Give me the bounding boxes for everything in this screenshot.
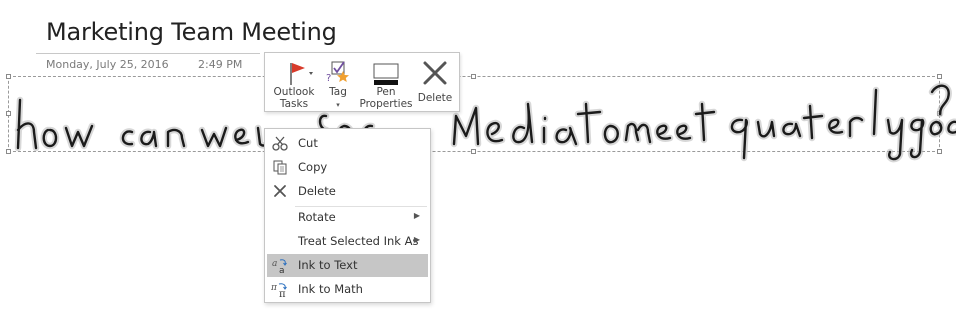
menu-item-delete-label: Delete: [298, 184, 336, 198]
page-title[interactable]: Marketing Team Meeting: [46, 18, 337, 46]
ink-to-math-icon: π π: [270, 281, 289, 300]
menu-item-cut-label: Cut: [298, 136, 318, 150]
context-menu: Cut Copy Delete Rotate ▶ Treat Selected …: [264, 128, 431, 303]
menu-item-cut[interactable]: Cut: [267, 132, 428, 155]
delete-toolbar-label: Delete: [417, 92, 453, 104]
title-underline: [36, 53, 260, 54]
delete-x-icon: [415, 59, 455, 87]
mini-toolbar: Outlook Tasks ? Tag ▾ Pen Properties Del…: [264, 52, 460, 112]
menu-item-treat-label: Treat Selected Ink As: [298, 234, 419, 248]
pen-properties-button[interactable]: Pen Properties: [359, 55, 413, 111]
resize-handle-top-left[interactable]: [6, 74, 11, 79]
menu-item-copy[interactable]: Copy: [267, 156, 428, 179]
tag-dropdown-caret[interactable]: ▾: [336, 101, 340, 109]
menu-item-rotate-label: Rotate: [298, 210, 336, 224]
pen-properties-label-1: Pen: [376, 86, 396, 98]
pen-properties-icon: [359, 59, 413, 87]
menu-item-ink-to-text[interactable]: a a Ink to Text: [267, 254, 428, 277]
menu-item-ink-to-math[interactable]: π π Ink to Math: [267, 278, 428, 301]
svg-text:a: a: [272, 259, 277, 269]
tag-label: Tag: [329, 86, 347, 98]
handwritten-ink[interactable]: [14, 70, 956, 163]
tag-icon: ?: [323, 59, 353, 87]
menu-item-copy-label: Copy: [298, 160, 328, 174]
svg-text:a: a: [279, 266, 285, 274]
outlook-tasks-button[interactable]: Outlook Tasks: [269, 55, 319, 111]
outlook-tasks-label-1: Outlook: [273, 86, 315, 98]
pen-properties-label-2: Properties: [359, 98, 413, 110]
resize-handle-left[interactable]: [6, 111, 11, 116]
menu-item-delete[interactable]: Delete: [267, 180, 428, 203]
submenu-arrow-icon: ▶: [413, 235, 420, 244]
submenu-arrow-icon: ▶: [413, 211, 420, 220]
delete-icon: [271, 183, 289, 200]
outlook-tasks-label-2: Tasks: [279, 98, 309, 110]
menu-item-rotate[interactable]: Rotate ▶: [267, 206, 428, 229]
svg-text:π: π: [279, 289, 286, 298]
flag-icon: [269, 59, 319, 87]
menu-item-treat-selected-ink-as[interactable]: Treat Selected Ink As ▶: [267, 230, 428, 253]
ink-to-text-icon: a a: [271, 257, 289, 276]
svg-text:?: ?: [326, 73, 331, 84]
menu-item-ink-to-math-label: Ink to Math: [298, 282, 363, 296]
svg-text:π: π: [271, 283, 278, 293]
menu-item-ink-to-text-label: Ink to Text: [298, 258, 358, 272]
tag-button[interactable]: ? Tag ▾: [323, 55, 353, 111]
delete-toolbar-button[interactable]: Delete: [415, 55, 455, 111]
resize-handle-bottom-left[interactable]: [6, 149, 11, 154]
scissors-icon: [271, 135, 289, 152]
copy-icon: [271, 159, 289, 176]
